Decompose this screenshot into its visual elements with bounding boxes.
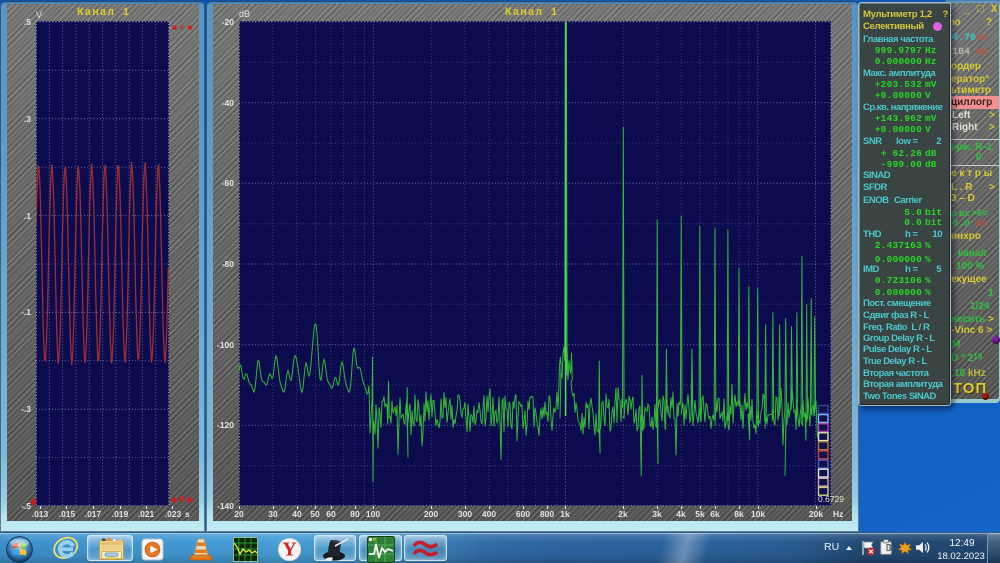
svg-text:Y: Y: [282, 539, 297, 561]
